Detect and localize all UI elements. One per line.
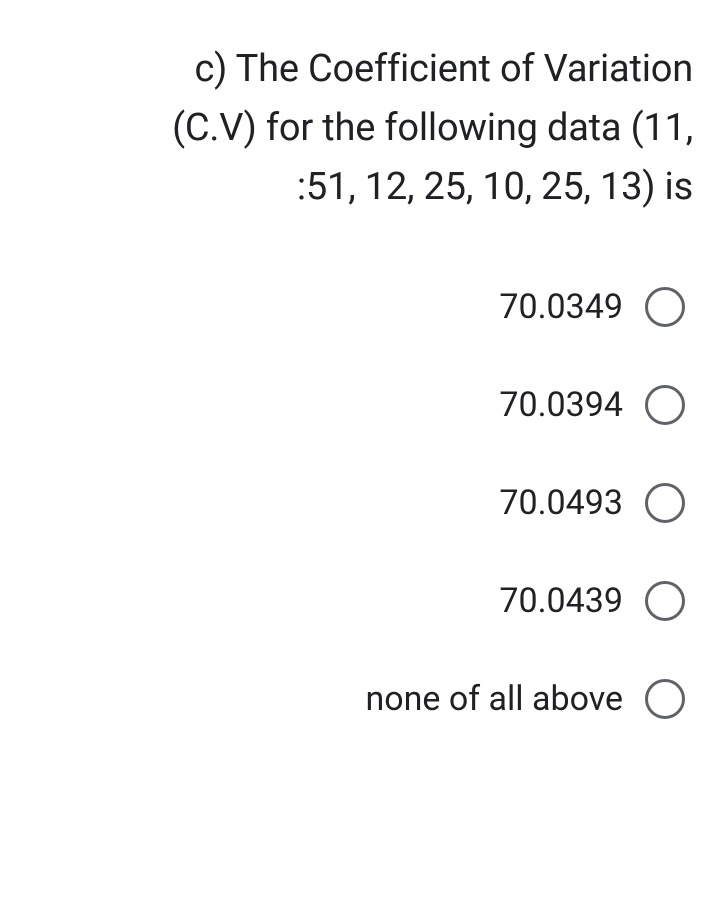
question-line-1: c) The Coefficient of Variation xyxy=(194,47,693,91)
radio-icon[interactable] xyxy=(645,483,685,523)
option-row-2[interactable]: 70.0394 xyxy=(499,385,685,425)
option-row-3[interactable]: 70.0493 xyxy=(499,483,685,523)
question-text: c) The Coefficient of Variation (C.V) fo… xyxy=(30,40,693,217)
option-row-5[interactable]: none of all above xyxy=(365,679,685,719)
radio-icon[interactable] xyxy=(645,287,685,327)
option-row-4[interactable]: 70.0439 xyxy=(499,581,685,621)
option-label: 70.0349 xyxy=(499,287,623,327)
option-label: 70.0439 xyxy=(499,581,623,621)
option-label: 70.0493 xyxy=(499,483,623,523)
radio-icon[interactable] xyxy=(645,581,685,621)
options-container: 70.0349 70.0394 70.0493 70.0439 none of … xyxy=(30,287,693,719)
question-line-3: :51, 12, 25, 10, 25, 13) is xyxy=(297,165,693,209)
option-label: 70.0394 xyxy=(499,385,623,425)
option-row-1[interactable]: 70.0349 xyxy=(499,287,685,327)
radio-icon[interactable] xyxy=(645,385,685,425)
radio-icon[interactable] xyxy=(645,679,685,719)
question-line-2: (C.V) for the following data (11, xyxy=(172,106,693,150)
option-label: none of all above xyxy=(365,679,623,719)
